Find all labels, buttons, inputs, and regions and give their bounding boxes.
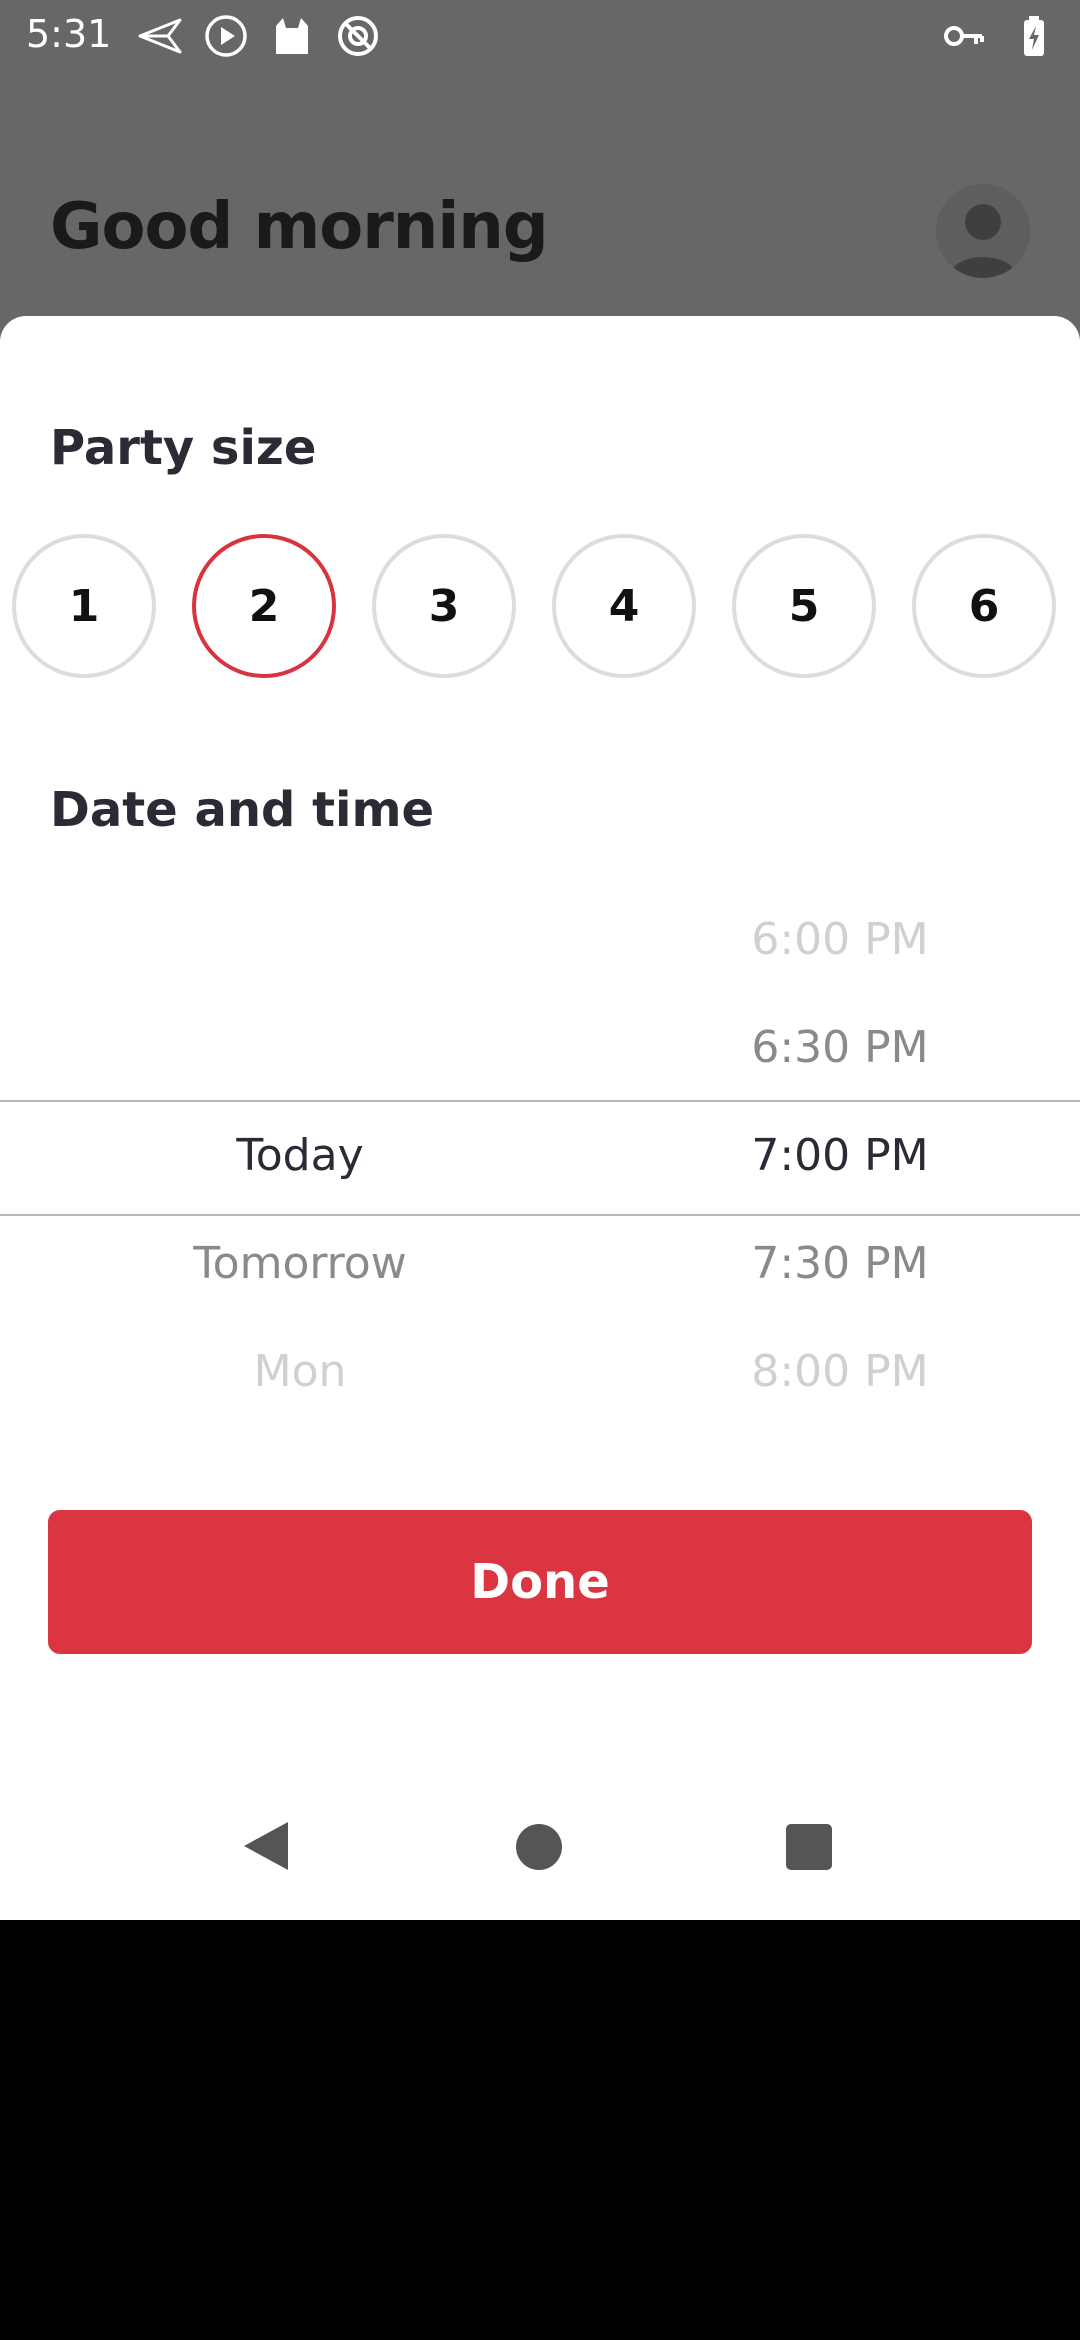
time-wheel-item-selected[interactable]: 7:00 PM — [700, 1126, 980, 1186]
back-icon[interactable] — [240, 1818, 292, 1874]
no-circle-icon — [338, 16, 378, 56]
play-icon — [205, 15, 247, 57]
picker-selection-top-line — [0, 1100, 1080, 1102]
greeting-title: Good morning — [50, 190, 549, 264]
recents-icon[interactable] — [786, 1824, 832, 1870]
party-size-title: Party size — [50, 420, 317, 476]
cat-icon — [276, 18, 308, 54]
time-wheel-item[interactable]: 6:30 PM — [700, 1018, 980, 1078]
key-icon — [944, 26, 984, 46]
background-app-scrim[interactable]: 5:31 Good morning — [0, 0, 1080, 340]
battery-charging-icon — [1024, 16, 1044, 56]
notification-icons — [138, 14, 380, 58]
home-icon[interactable] — [516, 1824, 562, 1870]
date-wheel-item[interactable]: Tomorrow — [100, 1234, 500, 1294]
avatar[interactable] — [936, 184, 1030, 278]
party-size-selector: 1 2 3 4 5 6 — [0, 534, 1080, 678]
person-icon — [950, 204, 1016, 278]
time-wheel-item[interactable]: 6:00 PM — [700, 910, 980, 970]
screen: 5:31 Good morning Party size 1 2 3 4 5 6… — [0, 0, 1080, 1920]
time-wheel-item[interactable]: 7:30 PM — [700, 1234, 980, 1294]
party-size-option[interactable]: 1 — [12, 534, 156, 678]
date-time-picker[interactable]: Today Tomorrow Mon 6:00 PM 6:30 PM 7:00 … — [0, 856, 1080, 1397]
time-wheel-item[interactable]: 8:00 PM — [700, 1342, 980, 1402]
status-time: 5:31 — [26, 12, 112, 56]
date-wheel-item-selected[interactable]: Today — [100, 1126, 500, 1186]
party-size-option[interactable]: 4 — [552, 534, 696, 678]
status-bar: 5:31 — [0, 0, 1080, 72]
party-size-option-selected[interactable]: 2 — [192, 534, 336, 678]
date-time-title: Date and time — [50, 782, 435, 838]
done-button[interactable]: Done — [48, 1510, 1032, 1654]
reservation-sheet: Party size 1 2 3 4 5 6 Date and time Tod… — [0, 316, 1080, 1920]
send-icon — [138, 18, 182, 54]
picker-selection-bottom-line — [0, 1214, 1080, 1216]
party-size-option[interactable]: 6 — [912, 534, 1056, 678]
date-wheel-item[interactable]: Mon — [100, 1342, 500, 1402]
party-size-option[interactable]: 5 — [732, 534, 876, 678]
party-size-option[interactable]: 3 — [372, 534, 516, 678]
system-icons — [942, 14, 1056, 58]
navigation-bar — [0, 1790, 1080, 1900]
